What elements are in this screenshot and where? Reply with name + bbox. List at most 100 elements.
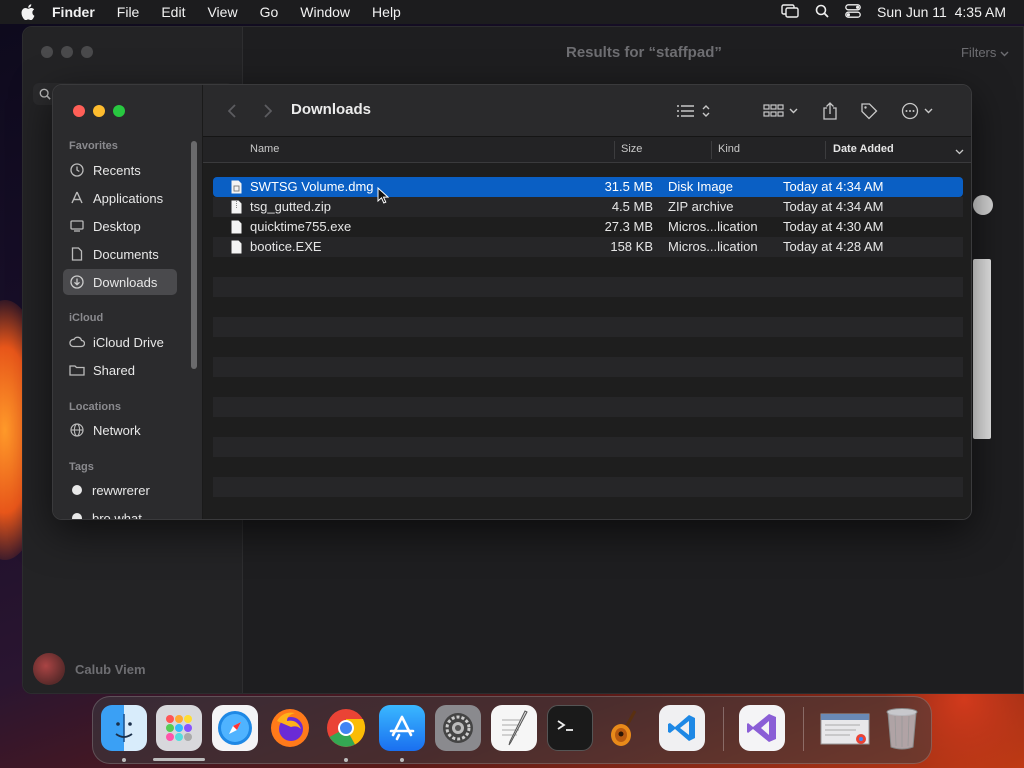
- file-row-selected[interactable]: SWTSG Volume.dmg 31.5 MB Disk Image Toda…: [213, 177, 963, 197]
- column-date-added[interactable]: Date Added: [833, 143, 894, 155]
- back-button[interactable]: [225, 101, 239, 121]
- file-row[interactable]: tsg_gutted.zip 4.5 MB ZIP archive Today …: [213, 197, 963, 217]
- vscode-icon[interactable]: [659, 705, 705, 751]
- empty-row: [213, 377, 963, 397]
- terminal-icon[interactable]: [547, 705, 593, 751]
- file-row[interactable]: bootice.EXE 158 KB Micros...lication Tod…: [213, 237, 963, 257]
- share-icon[interactable]: [821, 101, 839, 121]
- menu-file[interactable]: File: [117, 4, 140, 20]
- more-actions-button[interactable]: [901, 101, 937, 121]
- minimize-button[interactable]: [93, 105, 105, 117]
- list-view-button[interactable]: [675, 101, 713, 121]
- running-indicator: [122, 758, 126, 762]
- file-date: Today at 4:30 AM: [783, 219, 884, 234]
- file-size: 31.5 MB: [604, 179, 653, 194]
- sidebar-item-downloads[interactable]: Downloads: [63, 269, 177, 295]
- sidebar-item-network[interactable]: Network: [63, 417, 177, 443]
- menu-go[interactable]: Go: [260, 4, 279, 20]
- app-store-icon[interactable]: [379, 705, 425, 751]
- menu-bar: Finder File Edit View Go Window Help Sun…: [0, 0, 1024, 24]
- menu-view[interactable]: View: [207, 4, 237, 20]
- finder-window: Favorites Recents Applications Desktop D…: [52, 84, 972, 520]
- screen-mirroring-icon[interactable]: [781, 3, 799, 21]
- sidebar-item-recents[interactable]: Recents: [63, 157, 177, 183]
- running-indicator: [400, 758, 404, 762]
- file-row[interactable]: quicktime755.exe 27.3 MB Micros...licati…: [213, 217, 963, 237]
- column-divider[interactable]: [711, 141, 712, 159]
- column-header: Name Size Kind Date Added: [203, 137, 971, 163]
- forward-button[interactable]: [261, 101, 275, 121]
- user-profile[interactable]: Calub Viem: [33, 653, 146, 685]
- sidebar-item-label: Shared: [93, 362, 135, 378]
- safari-icon[interactable]: [212, 705, 258, 751]
- menu-edit[interactable]: Edit: [161, 4, 185, 20]
- mouse-pointer-icon: [377, 187, 389, 204]
- filters-label: Filters: [960, 45, 997, 60]
- system-settings-icon[interactable]: [435, 705, 481, 751]
- sidebar-item-desktop[interactable]: Desktop: [63, 213, 177, 239]
- garageband-icon[interactable]: [603, 705, 649, 751]
- sidebar-item-icloud-drive[interactable]: iCloud Drive: [63, 329, 177, 355]
- empty-row: [213, 477, 963, 497]
- bg-search-icon: [39, 87, 51, 105]
- file-kind: Disk Image: [668, 179, 734, 194]
- sidebar-item-label: Applications: [93, 190, 164, 206]
- menu-clock[interactable]: Sun Jun 11 4:35 AM: [877, 4, 1006, 20]
- sidebar-item-label: Recents: [93, 162, 141, 178]
- column-divider[interactable]: [614, 141, 615, 159]
- firefox-icon[interactable]: [267, 705, 313, 751]
- search-results-title: Results for “staffpad”: [566, 44, 722, 61]
- sidebar-scrollbar[interactable]: [191, 141, 197, 369]
- tag-icon[interactable]: [859, 101, 879, 121]
- sidebar-tag-bro-what[interactable]: bro what: [63, 505, 177, 520]
- sidebar-item-documents[interactable]: Documents: [63, 241, 177, 267]
- file-name: quicktime755.exe: [250, 219, 352, 234]
- sidebar-item-label: rewwrerer: [92, 482, 150, 498]
- column-divider[interactable]: [825, 141, 826, 159]
- shared-folder-icon: [69, 362, 85, 378]
- window-controls: [73, 105, 125, 117]
- sort-chevron-down-icon[interactable]: [955, 146, 964, 158]
- sidebar-section-tags: Tags: [69, 461, 94, 473]
- network-globe-icon: [69, 422, 85, 438]
- visual-studio-icon[interactable]: [739, 705, 785, 751]
- tag-dot: [72, 485, 82, 495]
- menu-window[interactable]: Window: [300, 4, 350, 20]
- group-by-button[interactable]: [763, 101, 801, 121]
- chrome-window-icon[interactable]: [819, 705, 871, 751]
- spotlight-search-icon[interactable]: [815, 4, 829, 21]
- zip-file-icon: [231, 200, 242, 214]
- bg-close-button[interactable]: [41, 46, 53, 58]
- close-button[interactable]: [73, 105, 85, 117]
- column-size[interactable]: Size: [621, 143, 642, 155]
- applications-icon: [69, 190, 85, 206]
- control-center-icon[interactable]: [845, 3, 861, 21]
- dock-separator: [803, 707, 804, 751]
- empty-row: [213, 257, 963, 277]
- column-kind[interactable]: Kind: [718, 143, 740, 155]
- menu-app-name[interactable]: Finder: [52, 4, 95, 20]
- textedit-icon[interactable]: [491, 705, 537, 751]
- file-size: 158 KB: [610, 239, 653, 254]
- file-name: tsg_gutted.zip: [250, 199, 331, 214]
- menu-help[interactable]: Help: [372, 4, 401, 20]
- launchpad-icon[interactable]: [156, 705, 202, 751]
- bg-minimize-button[interactable]: [61, 46, 73, 58]
- bg-toggle-knob[interactable]: [973, 195, 993, 215]
- sidebar-item-applications[interactable]: Applications: [63, 185, 177, 211]
- sidebar-item-shared[interactable]: Shared: [63, 357, 177, 383]
- dock: [92, 696, 932, 764]
- chrome-icon[interactable]: [323, 705, 369, 751]
- sidebar-item-label: bro what: [92, 510, 142, 520]
- bg-maximize-button[interactable]: [81, 46, 93, 58]
- empty-row: [213, 317, 963, 337]
- finder-icon[interactable]: [101, 705, 147, 751]
- file-date: Today at 4:28 AM: [783, 239, 884, 254]
- trash-icon[interactable]: [879, 705, 925, 751]
- apple-menu-icon[interactable]: [18, 2, 38, 22]
- sidebar-tag-rewwrerer[interactable]: rewwrerer: [63, 477, 177, 503]
- empty-row: [213, 497, 963, 517]
- column-name[interactable]: Name: [250, 143, 279, 155]
- filters-button[interactable]: Filters: [961, 45, 1009, 60]
- maximize-button[interactable]: [113, 105, 125, 117]
